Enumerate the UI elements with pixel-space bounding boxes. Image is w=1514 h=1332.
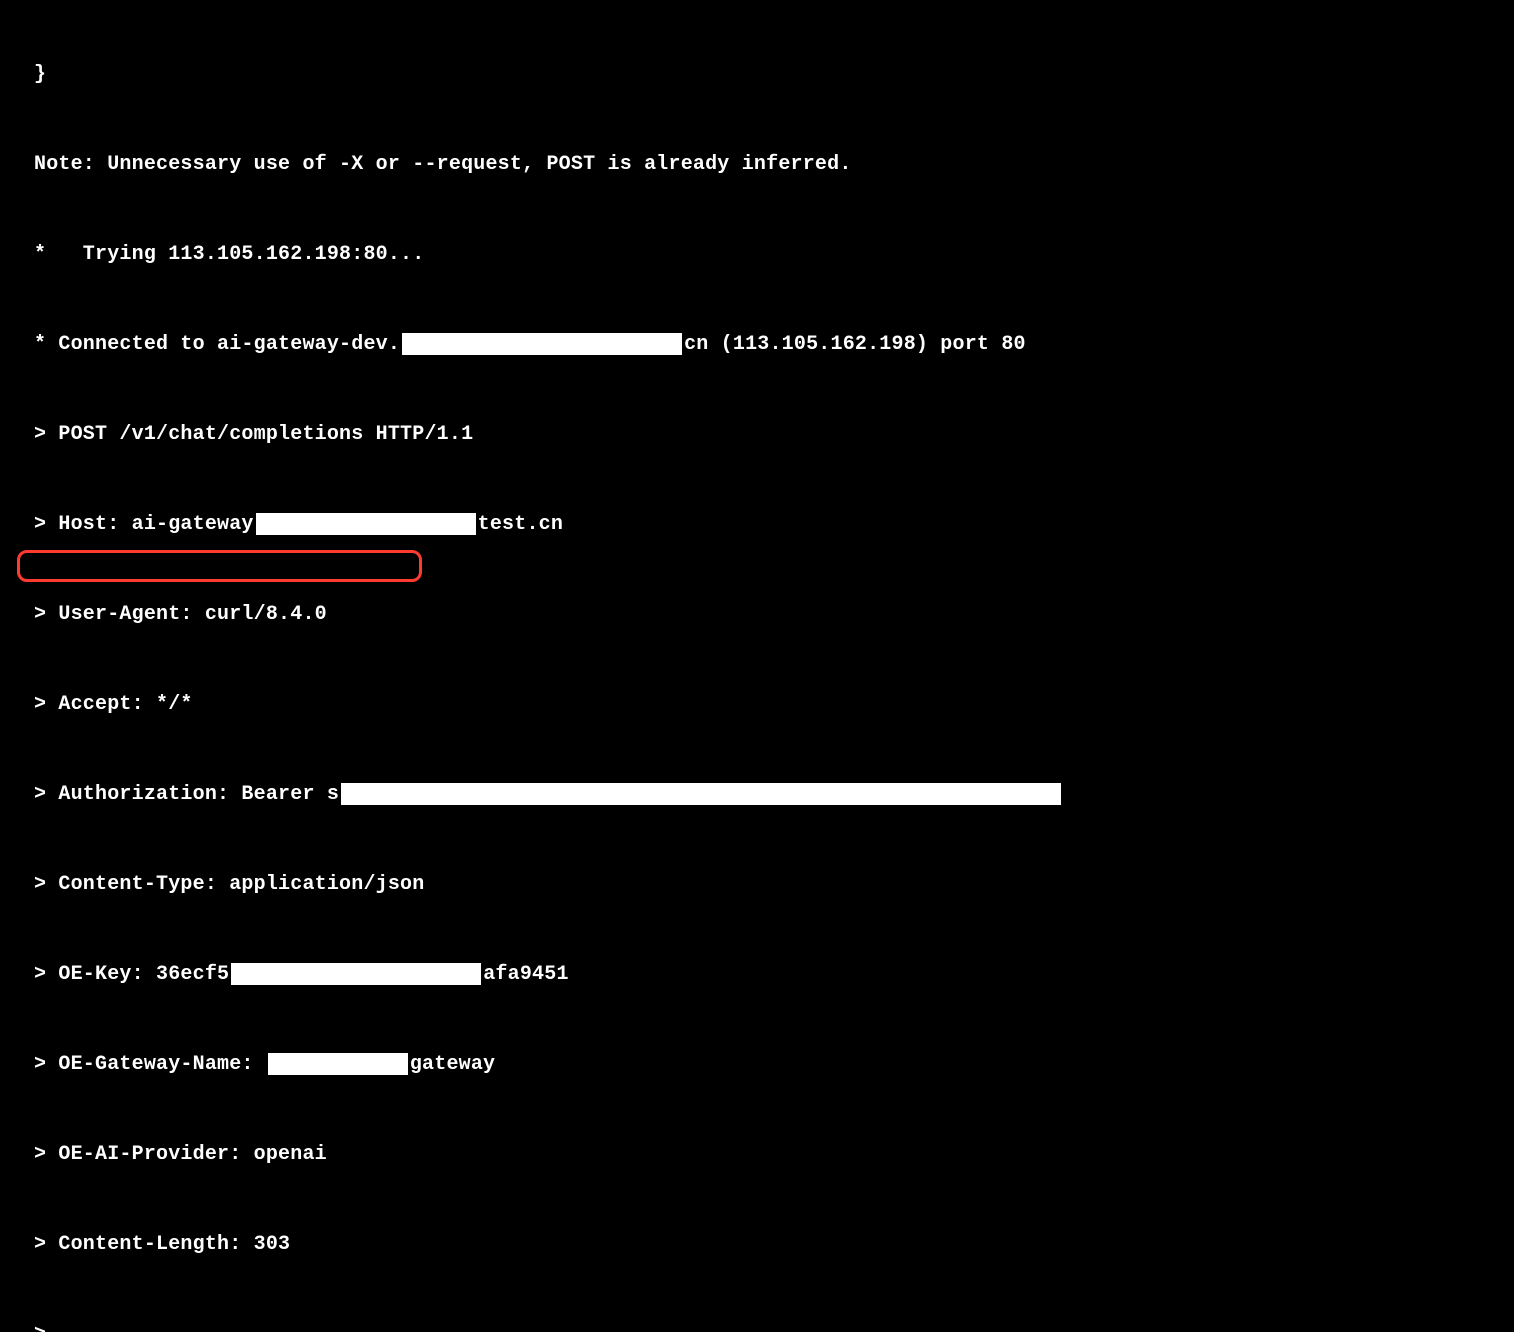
output-line: > POST /v1/chat/completions HTTP/1.1	[34, 420, 1498, 450]
output-line: > Content-Type: application/json	[34, 870, 1498, 900]
line-text: * Trying 113.105.162.198:80...	[34, 240, 424, 270]
line-text: > Authorization: Bearer s	[34, 780, 339, 810]
line-text: > Accept: */*	[34, 690, 193, 720]
output-line: > Host: ai-gateway test.cn	[34, 510, 1498, 540]
line-text: > OE-AI-Provider: openai	[34, 1140, 327, 1170]
redacted-segment	[341, 783, 1061, 805]
line-text: * Connected to ai-gateway-dev.	[34, 330, 400, 360]
output-line: Note: Unnecessary use of -X or --request…	[34, 150, 1498, 180]
output-line: > User-Agent: curl/8.4.0	[34, 600, 1498, 630]
output-line: > Authorization: Bearer s	[34, 780, 1498, 810]
output-line: * Trying 113.105.162.198:80...	[34, 240, 1498, 270]
line-text: > Content-Length: 303	[34, 1230, 290, 1260]
line-text: cn (113.105.162.198) port 80	[684, 330, 1026, 360]
output-line: }	[34, 60, 1498, 90]
line-text: > OE-Gateway-Name:	[34, 1050, 266, 1080]
line-text: gateway	[410, 1050, 495, 1080]
output-line: > Content-Length: 303	[34, 1230, 1498, 1260]
line-text: > Host: ai-gateway	[34, 510, 254, 540]
redacted-segment	[268, 1053, 408, 1075]
output-line: > OE-AI-Provider: openai	[34, 1140, 1498, 1170]
line-text: }	[34, 60, 46, 90]
line-text: afa9451	[483, 960, 568, 990]
redacted-segment	[402, 333, 682, 355]
line-text: >	[34, 1320, 58, 1332]
line-text: test.cn	[478, 510, 563, 540]
line-text: > POST /v1/chat/completions HTTP/1.1	[34, 420, 473, 450]
line-text: > OE-Key: 36ecf5	[34, 960, 229, 990]
line-text: > User-Agent: curl/8.4.0	[34, 600, 327, 630]
output-line: >	[34, 1320, 1498, 1332]
line-text: Note: Unnecessary use of -X or --request…	[34, 150, 852, 180]
line-text: > Content-Type: application/json	[34, 870, 424, 900]
output-line: > Accept: */*	[34, 690, 1498, 720]
terminal-output: } Note: Unnecessary use of -X or --reque…	[0, 0, 1514, 1332]
redacted-segment	[231, 963, 481, 985]
output-line: > OE-Key: 36ecf5 afa9451	[34, 960, 1498, 990]
output-line: * Connected to ai-gateway-dev. cn (113.10…	[34, 330, 1498, 360]
redacted-segment	[256, 513, 476, 535]
output-line: > OE-Gateway-Name: gateway	[34, 1050, 1498, 1080]
